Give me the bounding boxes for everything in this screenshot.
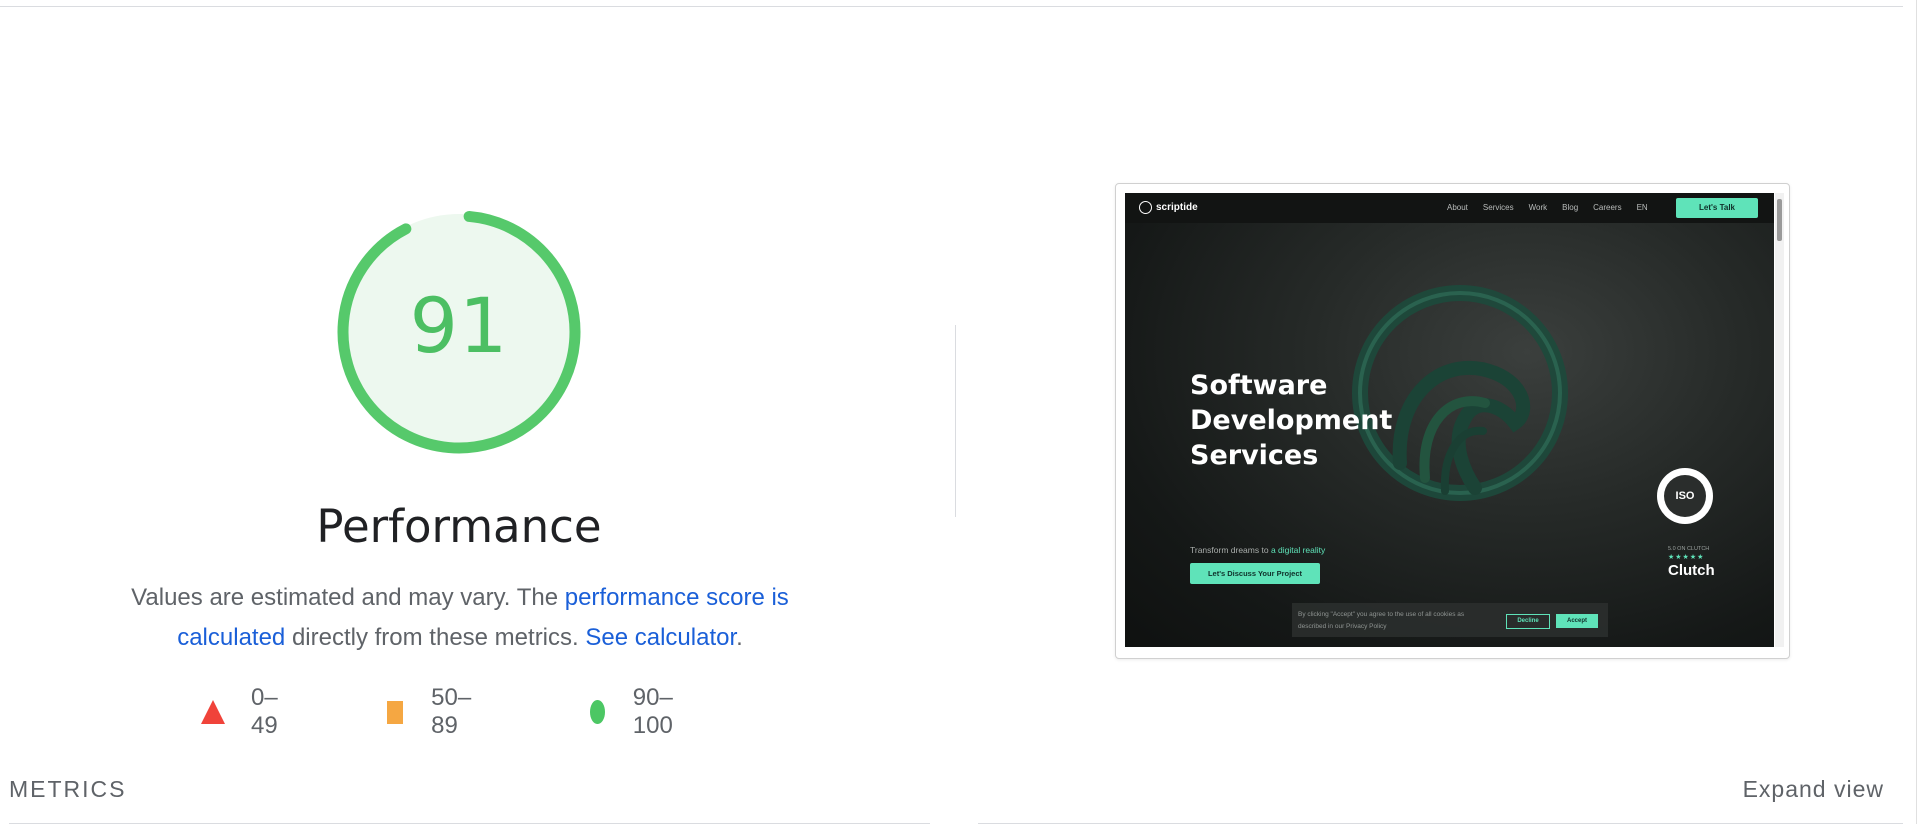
- see-calculator-link[interactable]: See calculator: [585, 624, 736, 651]
- brand-logo-icon: [1139, 201, 1152, 214]
- thumb-nav-link: About: [1447, 203, 1468, 212]
- thumb-nav-link: Services: [1482, 203, 1514, 212]
- thumb-tagline: Transform dreams to a digital reality: [1190, 545, 1325, 555]
- legend-item-pass: 90–100: [590, 684, 682, 739]
- clutch-stars-icon: ★★★★★: [1668, 554, 1705, 561]
- cookie-text: By clicking "Accept" you agree to the us…: [1298, 611, 1465, 630]
- thumb-nav-link: Work: [1528, 203, 1548, 212]
- cookie-accept-button: Accept: [1556, 614, 1598, 628]
- hero-line: Development: [1190, 405, 1393, 436]
- hero-line: Software: [1190, 370, 1328, 401]
- legend-label: 50–89: [431, 684, 472, 739]
- legend-label: 0–49: [251, 684, 278, 739]
- thumb-hero-heading: Software Development Services: [1190, 368, 1392, 473]
- fail-triangle-icon: [201, 700, 225, 724]
- thumb-nav-link: Careers: [1593, 203, 1622, 212]
- thumb-scrollbar-knob: [1777, 199, 1782, 241]
- thumb-nav-link: Blog: [1562, 203, 1579, 212]
- thumb-brand: scriptide: [1139, 201, 1198, 214]
- description-text: Values are estimated and may vary. The: [131, 584, 565, 611]
- right-edge-divider: [1916, 0, 1917, 824]
- thumb-nav-link: EN: [1636, 203, 1648, 212]
- tagline-highlight: a digital reality: [1270, 545, 1326, 555]
- performance-score-value: 91: [409, 281, 509, 370]
- expand-view-toggle[interactable]: Expand view: [1720, 776, 1884, 803]
- thumb-discuss-button: Let's Discuss Your Project: [1190, 563, 1320, 584]
- cookie-decline-button: Decline: [1506, 614, 1550, 629]
- average-square-icon: [387, 700, 404, 724]
- description-text-end: .: [736, 624, 743, 651]
- iso-badge-icon: ISO: [1657, 468, 1713, 524]
- thumb-cookie-banner: By clicking "Accept" you agree to the us…: [1292, 603, 1608, 637]
- clutch-rating-caption: 5.0 ON CLUTCH: [1668, 546, 1710, 552]
- legend-label: 90–100: [632, 684, 673, 739]
- category-title: Performance: [316, 500, 602, 553]
- iso-badge-label: ISO: [1664, 475, 1706, 517]
- top-divider: [0, 6, 1903, 7]
- thumb-lets-talk-button: Let's Talk: [1676, 198, 1758, 218]
- thumb-nav-links: About Services Work Blog Careers EN: [1447, 203, 1648, 212]
- score-description: Values are estimated and may vary. The p…: [90, 578, 830, 658]
- thumb-scrollbar: [1775, 193, 1784, 647]
- legend-item-average: 50–89: [387, 684, 478, 739]
- clutch-logo: Clutch: [1668, 562, 1715, 579]
- thumb-brand-name: scriptide: [1156, 202, 1198, 213]
- vertical-divider: [955, 325, 956, 517]
- pass-circle-icon: [590, 700, 605, 724]
- final-screenshot: scriptide About Services Work Blog Caree…: [1125, 193, 1774, 647]
- hero-line: Services: [1190, 440, 1319, 471]
- metrics-heading: METRICS: [9, 776, 127, 802]
- tagline-text: Transform dreams to: [1190, 545, 1271, 555]
- legend-item-fail: 0–49: [201, 684, 278, 739]
- thumb-navbar: scriptide About Services Work Blog Caree…: [1125, 193, 1774, 223]
- description-text-middle: directly from these metrics.: [285, 624, 586, 651]
